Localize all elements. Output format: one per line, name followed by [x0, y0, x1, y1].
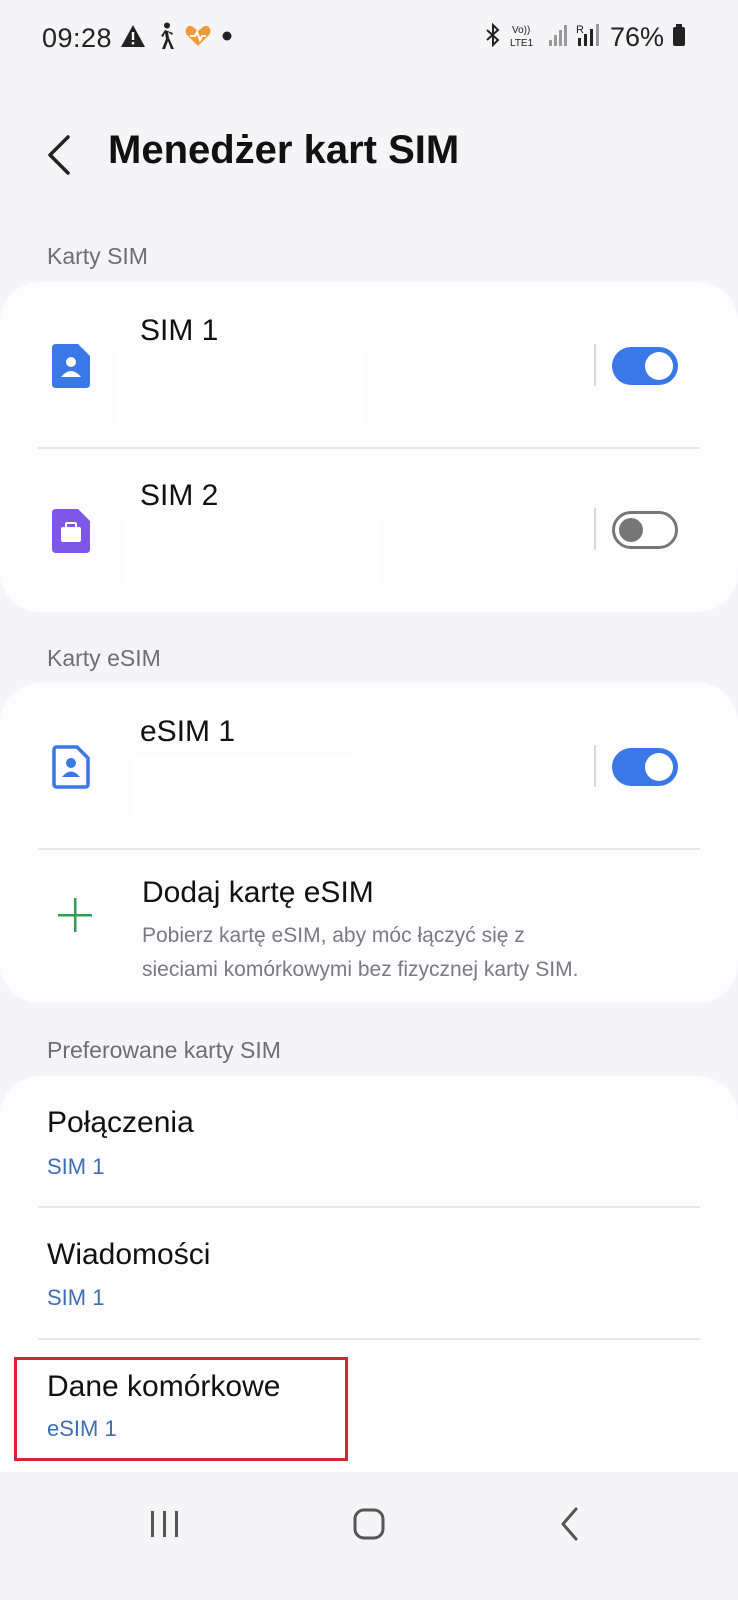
section-header-esim-cards: Karty eSIM: [47, 645, 161, 671]
page-title: Menedżer kart SIM: [108, 128, 460, 172]
add-esim-description-line-2: sieciami komórkowymi bez fizycznej karty…: [142, 958, 579, 981]
signal-icon: [548, 23, 568, 52]
sim-2-toggle[interactable]: [612, 511, 678, 549]
esim-1-redacted-number: [134, 755, 352, 823]
recent-apps-icon[interactable]: [148, 1508, 182, 1545]
sim-1-toggle[interactable]: [612, 347, 678, 385]
plus-icon: [56, 896, 94, 939]
status-time: 09:28: [42, 23, 113, 53]
sim-1-divider: [594, 344, 596, 386]
svg-text:Vo)): Vo)): [512, 25, 530, 36]
sim-person-icon: [52, 344, 90, 393]
sim-1-redacted-number: [116, 352, 362, 424]
roaming-signal-icon: R: [576, 22, 602, 53]
back-nav-icon[interactable]: [558, 1506, 582, 1547]
preferred-messages-row[interactable]: Wiadomości SIM 1: [0, 1208, 738, 1338]
preferred-messages-value: SIM 1: [47, 1285, 105, 1310]
home-icon[interactable]: [352, 1507, 386, 1546]
dot-icon: [220, 29, 234, 48]
sim-1-name: SIM 1: [140, 314, 219, 347]
esim-1-row[interactable]: eSIM 1: [0, 683, 738, 849]
section-header-preferred: Preferowane karty SIM: [47, 1037, 281, 1063]
esim-1-divider: [594, 745, 596, 787]
preferred-calls-value: SIM 1: [47, 1154, 105, 1179]
sim-2-divider: [594, 508, 596, 550]
sim-2-row[interactable]: SIM 2: [0, 449, 738, 612]
svg-text:LTE1: LTE1: [510, 38, 534, 48]
volte-icon: Vo)) LTE1: [510, 22, 540, 53]
esim-1-name: eSIM 1: [140, 715, 236, 748]
health-heart-icon: [184, 24, 212, 53]
preferred-calls-title: Połączenia: [47, 1106, 194, 1139]
esim-person-icon: [52, 745, 90, 794]
battery-percent: 76%: [609, 22, 664, 52]
esim-cards-card: eSIM 1 Dodaj kartę eSIM Pobierz kartę eS…: [0, 683, 738, 1003]
status-bar: 09:28 Vo)) LTE1 R 76%: [0, 0, 738, 80]
add-esim-description-line-1: Pobierz kartę eSIM, aby móc łączyć się z: [142, 924, 525, 947]
add-esim-row[interactable]: Dodaj kartę eSIM Pobierz kartę eSIM, aby…: [0, 850, 738, 1003]
warning-icon: [120, 24, 146, 53]
back-button[interactable]: [42, 132, 82, 178]
sim-1-row[interactable]: SIM 1: [0, 282, 738, 448]
esim-1-toggle[interactable]: [612, 748, 678, 786]
battery-icon: [672, 23, 686, 52]
add-esim-title: Dodaj kartę eSIM: [142, 876, 374, 909]
preferred-messages-title: Wiadomości: [47, 1238, 211, 1271]
chevron-left-icon: [48, 135, 70, 175]
sim-2-name: SIM 2: [140, 479, 219, 512]
navigation-bar: [0, 1480, 738, 1600]
section-header-sim-cards: Karty SIM: [47, 243, 148, 269]
preferred-calls-row[interactable]: Połączenia SIM 1: [0, 1076, 738, 1206]
sim-cards-card: SIM 1 SIM 2: [0, 282, 738, 612]
svg-text:R: R: [576, 24, 584, 36]
bluetooth-icon: [484, 22, 502, 52]
highlight-annotation: [14, 1357, 348, 1461]
sim-briefcase-icon: [52, 509, 90, 558]
walking-icon: [154, 22, 176, 55]
status-right: Vo)) LTE1 R 76%: [484, 22, 686, 53]
status-left: 09:28: [42, 22, 234, 55]
sim-2-redacted-number: [122, 519, 378, 591]
